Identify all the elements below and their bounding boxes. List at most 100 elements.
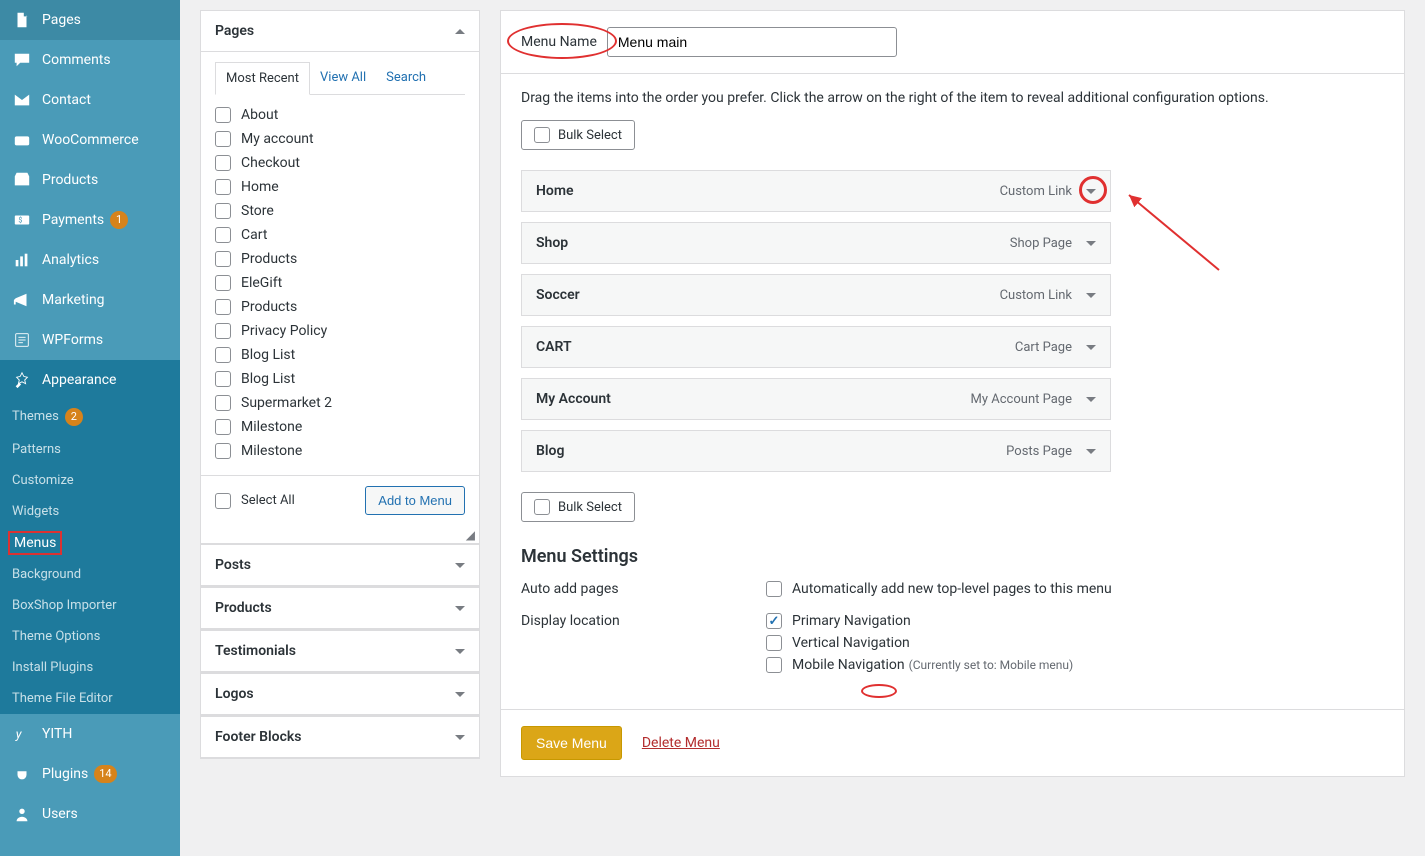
sub-patterns[interactable]: Patterns bbox=[0, 434, 180, 465]
expand-caret-icon[interactable] bbox=[1086, 449, 1096, 454]
sidebar-item-comments[interactable]: Comments bbox=[0, 40, 180, 80]
loc-primary-checkbox[interactable] bbox=[766, 613, 782, 629]
page-checkbox[interactable] bbox=[215, 179, 231, 195]
loc-vertical[interactable]: Vertical Navigation bbox=[766, 635, 1384, 651]
add-items-panel: Pages Most Recent View All Search AboutM… bbox=[180, 0, 490, 856]
page-item[interactable]: Milestone bbox=[215, 415, 465, 439]
page-item[interactable]: About bbox=[215, 103, 465, 127]
auto-add-option[interactable]: Automatically add new top-level pages to… bbox=[766, 581, 1384, 597]
accordion-label: Posts bbox=[215, 557, 251, 573]
sub-theme-file-editor[interactable]: Theme File Editor bbox=[0, 683, 180, 714]
loc-mobile[interactable]: Mobile Navigation (Currently set to: Mob… bbox=[766, 657, 1384, 673]
svg-text:$: $ bbox=[18, 216, 22, 225]
auto-add-checkbox[interactable] bbox=[766, 581, 782, 597]
sidebar-item-contact[interactable]: Contact bbox=[0, 80, 180, 120]
page-item[interactable]: Home bbox=[215, 175, 465, 199]
accordion-header[interactable]: Logos bbox=[201, 674, 479, 715]
menu-item-row[interactable]: ShopShop Page bbox=[521, 222, 1111, 264]
tab-search[interactable]: Search bbox=[376, 62, 436, 94]
loc-primary[interactable]: Primary Navigation bbox=[766, 613, 1384, 629]
sub-install-plugins[interactable]: Install Plugins bbox=[0, 652, 180, 683]
page-checkbox[interactable] bbox=[215, 395, 231, 411]
page-item[interactable]: Store bbox=[215, 199, 465, 223]
sub-background[interactable]: Background bbox=[0, 559, 180, 590]
sidebar-item-appearance[interactable]: Appearance bbox=[0, 360, 180, 400]
sub-menus[interactable]: Menus bbox=[8, 531, 62, 555]
expand-caret-icon[interactable] bbox=[1086, 189, 1096, 194]
menu-item-row[interactable]: SoccerCustom Link bbox=[521, 274, 1111, 316]
page-item[interactable]: Blog List bbox=[215, 343, 465, 367]
expand-caret-icon[interactable] bbox=[1086, 397, 1096, 402]
page-item[interactable]: Milestone bbox=[215, 439, 465, 463]
accordion-header[interactable]: Footer Blocks bbox=[201, 717, 479, 758]
sidebar-item-products[interactable]: Products bbox=[0, 160, 180, 200]
page-item[interactable]: EleGift bbox=[215, 271, 465, 295]
delete-menu-link[interactable]: Delete Menu bbox=[642, 735, 720, 751]
page-checkbox[interactable] bbox=[215, 131, 231, 147]
bulk-select-checkbox[interactable] bbox=[534, 127, 550, 143]
sub-theme-options[interactable]: Theme Options bbox=[0, 621, 180, 652]
bulk-select-checkbox-bottom[interactable] bbox=[534, 499, 550, 515]
accordion-header[interactable]: Products bbox=[201, 588, 479, 629]
sidebar-label: WooCommerce bbox=[42, 132, 139, 148]
page-checkbox[interactable] bbox=[215, 227, 231, 243]
tab-view-all[interactable]: View All bbox=[310, 62, 376, 94]
page-checkbox[interactable] bbox=[215, 251, 231, 267]
menu-item-row[interactable]: CARTCart Page bbox=[521, 326, 1111, 368]
page-checkbox[interactable] bbox=[215, 371, 231, 387]
page-checkbox[interactable] bbox=[215, 275, 231, 291]
page-checkbox[interactable] bbox=[215, 347, 231, 363]
page-checkbox[interactable] bbox=[215, 419, 231, 435]
bulk-select-bottom[interactable]: Bulk Select bbox=[521, 492, 635, 522]
sub-themes[interactable]: Themes2 bbox=[0, 400, 180, 434]
expand-caret-icon[interactable] bbox=[1086, 293, 1096, 298]
bulk-select-top[interactable]: Bulk Select bbox=[521, 120, 635, 150]
page-checkbox[interactable] bbox=[215, 107, 231, 123]
page-checkbox[interactable] bbox=[215, 203, 231, 219]
sub-widgets[interactable]: Widgets bbox=[0, 496, 180, 527]
expand-caret-icon[interactable] bbox=[1086, 241, 1096, 246]
page-checkbox[interactable] bbox=[215, 323, 231, 339]
sidebar-item-payments[interactable]: $ Payments 1 bbox=[0, 200, 180, 240]
sidebar-item-woocommerce[interactable]: WooCommerce bbox=[0, 120, 180, 160]
select-all-checkbox[interactable] bbox=[215, 493, 231, 509]
sidebar-item-users[interactable]: Users bbox=[0, 794, 180, 834]
page-item[interactable]: Checkout bbox=[215, 151, 465, 175]
menu-item-row[interactable]: HomeCustom Link bbox=[521, 170, 1111, 212]
sub-customize[interactable]: Customize bbox=[0, 465, 180, 496]
page-item[interactable]: Privacy Policy bbox=[215, 319, 465, 343]
add-to-menu-button[interactable]: Add to Menu bbox=[365, 486, 465, 515]
page-item[interactable]: My account bbox=[215, 127, 465, 151]
resize-handle[interactable]: ◢ bbox=[201, 529, 479, 543]
page-item[interactable]: Blog List bbox=[215, 367, 465, 391]
page-item[interactable]: Products bbox=[215, 247, 465, 271]
sidebar-item-pages[interactable]: Pages bbox=[0, 0, 180, 40]
sidebar-item-analytics[interactable]: Analytics bbox=[0, 240, 180, 280]
accordion-header[interactable]: Testimonials bbox=[201, 631, 479, 672]
save-menu-button[interactable]: Save Menu bbox=[521, 726, 622, 760]
expand-caret-icon[interactable] bbox=[1086, 345, 1096, 350]
page-checkbox[interactable] bbox=[215, 443, 231, 459]
pages-accordion-header[interactable]: Pages bbox=[201, 11, 479, 52]
menu-name-input[interactable] bbox=[607, 27, 897, 57]
menu-item-type: Custom Link bbox=[1000, 288, 1072, 303]
select-all[interactable]: Select All bbox=[215, 493, 295, 509]
page-checkbox[interactable] bbox=[215, 155, 231, 171]
main-content: Pages Most Recent View All Search AboutM… bbox=[180, 0, 1425, 856]
pages-tabs: Most Recent View All Search bbox=[215, 62, 465, 95]
page-checkbox[interactable] bbox=[215, 299, 231, 315]
tab-most-recent[interactable]: Most Recent bbox=[215, 62, 310, 95]
sidebar-item-plugins[interactable]: Plugins 14 bbox=[0, 754, 180, 794]
loc-vertical-checkbox[interactable] bbox=[766, 635, 782, 651]
sub-boxshop-importer[interactable]: BoxShop Importer bbox=[0, 590, 180, 621]
sidebar-item-wpforms[interactable]: WPForms bbox=[0, 320, 180, 360]
menu-item-row[interactable]: My AccountMy Account Page bbox=[521, 378, 1111, 420]
accordion-header[interactable]: Posts bbox=[201, 545, 479, 586]
page-item[interactable]: Products bbox=[215, 295, 465, 319]
page-item[interactable]: Cart bbox=[215, 223, 465, 247]
loc-mobile-checkbox[interactable] bbox=[766, 657, 782, 673]
page-item[interactable]: Supermarket 2 bbox=[215, 391, 465, 415]
sidebar-item-yith[interactable]: y YITH bbox=[0, 714, 180, 754]
menu-item-row[interactable]: BlogPosts Page bbox=[521, 430, 1111, 472]
sidebar-item-marketing[interactable]: Marketing bbox=[0, 280, 180, 320]
